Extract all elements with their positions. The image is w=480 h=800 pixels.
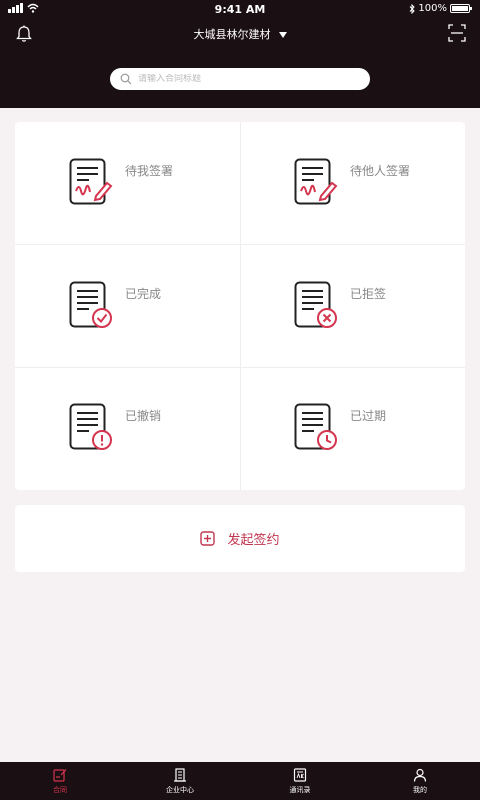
tab-contacts[interactable]: 通讯录 <box>240 762 360 800</box>
tab-enterprise-center[interactable]: 企业中心 <box>120 762 240 800</box>
status-time: 9:41 AM <box>214 3 266 16</box>
sign-document-icon <box>294 158 338 205</box>
grid-item-revoked[interactable]: 已撤销 <box>15 367 240 490</box>
grid-item-label: 已完成 <box>125 286 162 301</box>
grid-item-label: 已过期 <box>350 409 387 424</box>
document-x-icon <box>294 281 337 328</box>
start-signing-button[interactable]: 发起签约 <box>15 505 465 572</box>
grid-item-label: 已拒签 <box>350 286 387 301</box>
grid-item-rejected[interactable]: 已拒签 <box>240 245 465 368</box>
scan-icon[interactable] <box>448 24 466 42</box>
grid-item-pending-my-sign[interactable]: 待我签署 <box>15 122 240 245</box>
search-input[interactable] <box>138 74 358 84</box>
tab-label: 企业中心 <box>166 785 194 794</box>
status-bar: 9:41 AM 100% <box>0 0 480 18</box>
contract-icon <box>53 768 67 782</box>
tab-label: 通讯录 <box>289 785 311 794</box>
top-header: 9:41 AM 100% 大城县林尔建材 <box>0 0 480 108</box>
search-bar[interactable] <box>110 68 370 90</box>
grid-item-expired[interactable]: 已过期 <box>240 367 465 490</box>
tab-contract[interactable]: 合同 <box>0 762 120 800</box>
bluetooth-icon <box>410 3 416 14</box>
search-icon <box>120 73 132 85</box>
tab-label: 我的 <box>413 785 427 794</box>
company-selector[interactable]: 大城县林尔建材 <box>0 26 480 42</box>
bottom-tab-bar: 合同 企业中心 通讯录 我的 <box>0 762 480 800</box>
contract-status-grid: 待我签署 待他人签署 已完成 已拒签 已撤销 已过期 <box>15 122 465 490</box>
battery-percent: 100% <box>418 3 447 14</box>
battery-icon <box>450 4 472 13</box>
plus-square-icon <box>200 531 216 546</box>
caret-down-icon <box>278 32 287 38</box>
user-icon <box>413 768 427 782</box>
document-check-icon <box>69 281 112 328</box>
grid-item-completed[interactable]: 已完成 <box>15 245 240 368</box>
document-clock-icon <box>294 403 337 451</box>
grid-item-label: 待我签署 <box>125 164 174 178</box>
grid-item-label: 已撤销 <box>125 409 162 424</box>
grid-item-pending-others-sign[interactable]: 待他人签署 <box>240 122 465 245</box>
contacts-icon <box>293 767 307 782</box>
sign-document-icon <box>69 158 113 205</box>
document-alert-icon <box>69 403 112 451</box>
company-name: 大城县林尔建材 <box>193 28 271 41</box>
tab-mine[interactable]: 我的 <box>360 762 480 800</box>
tab-label: 合同 <box>53 785 67 794</box>
start-signing-label: 发起签约 <box>227 533 280 548</box>
building-icon <box>174 767 186 782</box>
grid-item-label: 待他人签署 <box>350 164 411 178</box>
